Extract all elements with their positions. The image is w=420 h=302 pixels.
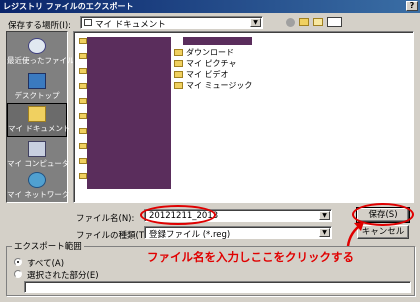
place-desktop[interactable]: デスクトップ [7,71,67,105]
place-my-documents-label: マイ ドキュメント [8,124,71,133]
my-computer-icon [28,141,46,157]
new-folder-icon[interactable] [313,18,323,26]
my-documents-small-icon [84,19,92,26]
list-item[interactable]: ダウンロード [174,47,234,57]
place-network[interactable]: マイ ネットワーク [7,170,70,204]
view-menu-icon[interactable] [327,17,342,27]
my-documents-icon [28,106,46,122]
branch-path-field[interactable] [24,281,411,293]
window-title: レジストリ ファイルのエクスポート [3,2,134,11]
help-button[interactable]: ? [406,1,418,11]
place-my-documents[interactable]: マイ ドキュメント [7,103,71,137]
place-recent[interactable]: 最近使ったファイル [7,36,75,70]
filetype-select[interactable]: 登録ファイル (*.reg) ▼ [144,226,332,240]
place-network-label: マイ ネットワーク [7,190,70,199]
save-location-label: 保存する場所(I): [8,21,72,31]
list-item[interactable]: マイ ビデオ [174,69,229,79]
filetype-label: ファイルの種類(T): [76,231,151,241]
up-folder-icon[interactable] [299,18,309,26]
filename-highlight-oval [140,205,216,225]
save-location-value: マイ ドキュメント [95,20,166,30]
radio-all[interactable] [14,258,22,266]
place-my-computer-label: マイ コンピュータ [7,159,70,168]
folder-icon [174,60,183,67]
filename-label: ファイル名(N): [76,214,135,224]
folder-icon [79,158,87,164]
folder-icon [79,98,87,104]
folder-icon [79,53,87,59]
folder-icon [79,173,87,179]
folder-icon [174,71,183,78]
places-bar: 最近使ったファイル デスクトップ マイ ドキュメント マイ コンピュータ マイ … [6,31,75,204]
save-location-select[interactable]: マイ ドキュメント ▼ [80,16,263,30]
folder-icon [79,143,87,149]
list-item[interactable]: マイ ミュージック [174,80,252,90]
list-item-label: マイ ピクチャ [186,59,237,68]
place-recent-label: 最近使ったファイル [7,56,75,65]
recent-files-icon [28,38,46,54]
back-icon[interactable] [286,18,295,27]
list-item-label: マイ ビデオ [186,70,229,79]
folder-icon [174,49,183,56]
radio-selected-branch-label: 選択された部分(E) [27,271,99,281]
radio-selected-branch[interactable] [14,270,22,278]
filetype-value: 登録ファイル (*.reg) [149,230,231,240]
place-my-computer[interactable]: マイ コンピュータ [7,139,70,173]
redacted-area [87,37,171,189]
list-item[interactable]: マイ ピクチャ [174,58,236,68]
network-icon [28,172,46,188]
folder-icon [79,38,87,44]
file-list[interactable]: ダウンロード マイ ピクチャ マイ ビデオ マイ ミュージック [73,31,414,203]
desktop-icon [28,73,46,89]
folder-icon [79,113,87,119]
place-desktop-label: デスクトップ [14,91,60,100]
title-bar[interactable]: レジストリ ファイルのエクスポート ? [0,0,420,13]
folder-icon [79,68,87,74]
chevron-down-icon[interactable]: ▼ [250,18,261,27]
chevron-down-icon[interactable]: ▼ [319,211,330,220]
list-item-label: ダウンロード [186,48,234,57]
redacted-strip [183,37,252,45]
folder-icon [174,82,183,89]
folder-icon [79,128,87,134]
chevron-down-icon[interactable]: ▼ [319,228,330,237]
list-item-label: マイ ミュージック [186,81,253,90]
export-range-title: エクスポート範囲 [12,240,84,252]
radio-all-label: すべて(A) [27,259,65,269]
folder-icon [79,83,87,89]
